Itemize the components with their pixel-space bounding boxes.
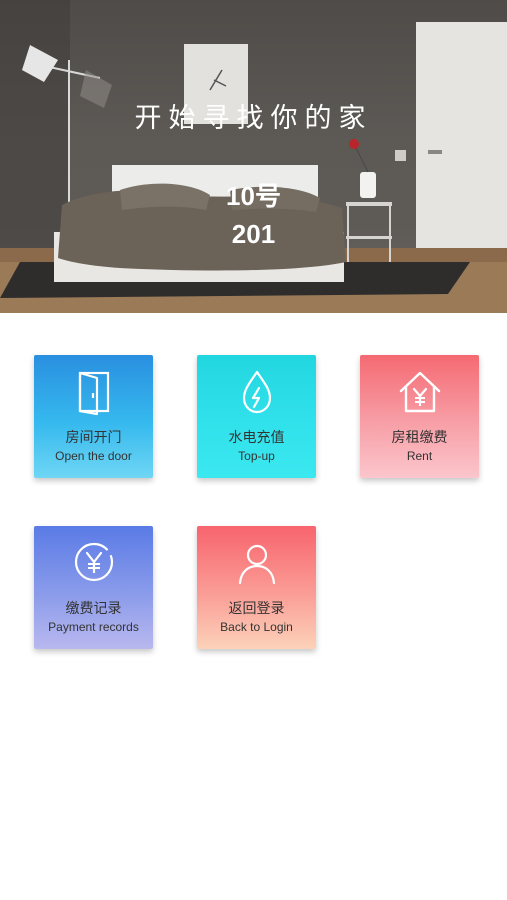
- house-yen-icon: [360, 367, 479, 417]
- door-icon: [34, 367, 153, 417]
- top-up-button[interactable]: 水电充值 Top-up: [197, 355, 316, 478]
- open-door-button[interactable]: 房间开门 Open the door: [34, 355, 153, 478]
- hero-slogan: 开始寻找你的家: [134, 103, 373, 134]
- top-up-label-cn: 水电充值: [228, 430, 285, 446]
- water-drop-bolt-icon: [197, 367, 316, 417]
- building-number: 10号: [226, 181, 281, 211]
- payment-records-label-cn: 缴费记录: [65, 601, 122, 617]
- payment-records-button[interactable]: 缴费记录 Payment records: [34, 526, 153, 649]
- rent-label-en: Rent: [406, 449, 433, 463]
- back-to-login-label-cn: 返回登录: [228, 601, 285, 617]
- hero-banner: 开始寻找你的家 10号 201: [0, 0, 507, 313]
- open-door-label-cn: 房间开门: [65, 430, 122, 446]
- user-icon: [197, 538, 316, 588]
- back-to-login-button[interactable]: 返回登录 Back to Login: [197, 526, 316, 649]
- rent-button[interactable]: 房租缴费 Rent: [360, 355, 479, 478]
- back-to-login-label-en: Back to Login: [220, 620, 293, 634]
- open-door-label-en: Open the door: [55, 449, 132, 463]
- rent-label-cn: 房租缴费: [391, 430, 448, 446]
- bedroom-photo: [0, 0, 507, 313]
- unit-number: 201: [231, 219, 276, 249]
- top-up-label-en: Top-up: [238, 449, 275, 463]
- yen-coin-icon: [34, 538, 153, 588]
- payment-records-label-en: Payment records: [48, 620, 139, 634]
